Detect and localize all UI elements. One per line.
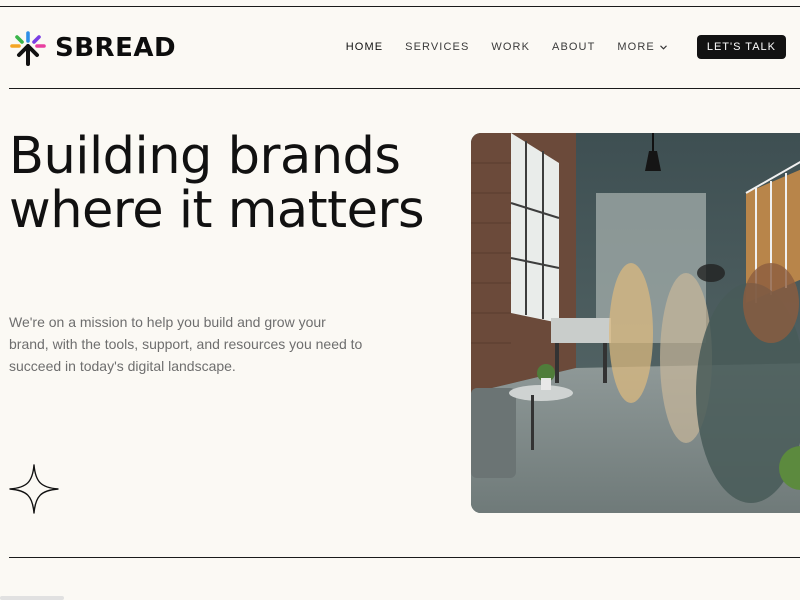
nav-more-label: MORE xyxy=(617,41,655,53)
section-divider xyxy=(9,557,800,558)
chevron-down-icon xyxy=(659,44,667,50)
brand-name: SBREAD xyxy=(55,33,177,63)
hero-image xyxy=(471,133,800,513)
four-point-star-icon xyxy=(9,464,59,514)
logo-link[interactable]: SBREAD xyxy=(9,28,176,68)
nav-about[interactable]: ABOUT xyxy=(552,41,595,53)
site-header: SBREAD HOME SERVICES WORK ABOUT MORE LET… xyxy=(0,7,800,88)
nav-home[interactable]: HOME xyxy=(346,41,383,53)
lets-talk-button[interactable]: LET'S TALK xyxy=(696,35,786,59)
hero-headline: Building brands where it matters xyxy=(9,127,425,240)
scroll-indicator xyxy=(0,596,64,600)
main-nav: HOME SERVICES WORK ABOUT MORE LET'S TALK xyxy=(346,35,786,59)
header-divider xyxy=(9,88,800,89)
nav-work[interactable]: WORK xyxy=(491,41,530,53)
nav-more-dropdown[interactable]: MORE xyxy=(617,41,667,53)
sparkle-arrow-logo-icon xyxy=(10,31,46,66)
nav-services[interactable]: SERVICES xyxy=(405,41,469,53)
hero-subtitle: We're on a mission to help you build and… xyxy=(9,314,363,374)
